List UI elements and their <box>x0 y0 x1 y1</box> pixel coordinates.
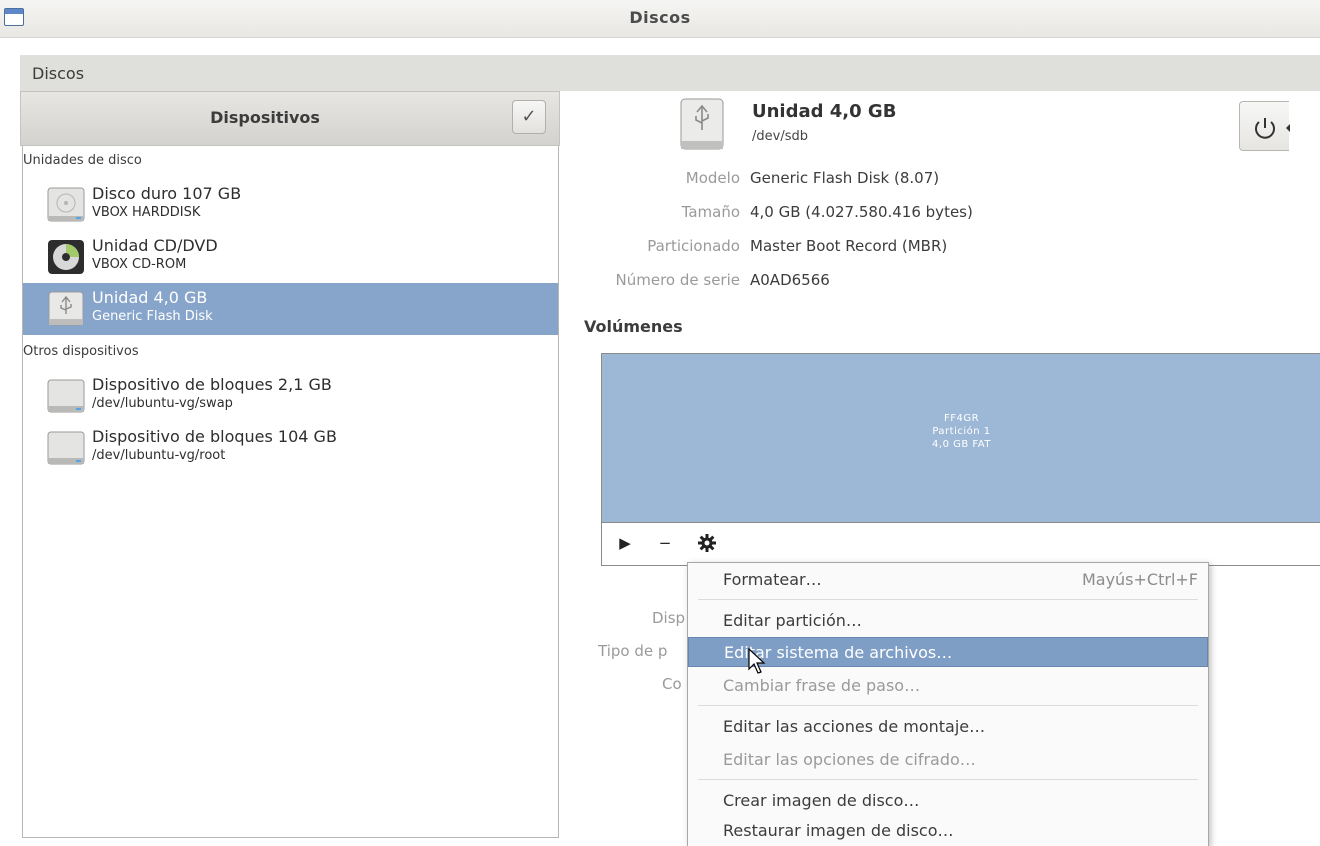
prop-label-serial: Número de serie <box>615 271 740 289</box>
menu-item-shortcut: Mayús+Ctrl+F <box>1081 570 1198 589</box>
prop-label-size: Tamaño <box>681 203 740 221</box>
section-disk-drives: Unidades de disco <box>23 153 142 168</box>
menu-item-restore-disk-image[interactable]: Restaurar imagen de disco… <box>688 816 1208 846</box>
volume-map: FF4GR Partición 1 4,0 GB FAT ▶ − <box>601 353 1320 566</box>
usb-drive-icon <box>680 98 724 150</box>
menu-item-label: Formatear… <box>723 570 822 589</box>
device-name: Unidad 4,0 GB <box>92 288 208 307</box>
optical-disc-icon <box>48 240 84 274</box>
devices-title: Dispositivos <box>210 108 320 127</box>
power-off-button[interactable] <box>1239 101 1290 151</box>
device-item-hard-disk[interactable]: Disco duro 107 GB VBOX HARDDISK <box>23 179 558 231</box>
devices-header: Dispositivos ✓ <box>20 91 560 146</box>
partition-number: Partición 1 <box>932 426 991 437</box>
device-name: Disco duro 107 GB <box>92 184 242 203</box>
volume-prop-label-type: Tipo de p <box>598 642 668 660</box>
window-title: Discos <box>629 8 691 27</box>
menu-item-label: Restaurar imagen de disco… <box>723 821 954 840</box>
device-item-cd-dvd[interactable]: Unidad CD/DVD VBOX CD-ROM <box>23 231 558 283</box>
prop-value-partitioning: Master Boot Record (MBR) <box>750 237 948 255</box>
volume-prop-label-contents: Co <box>662 675 682 693</box>
menu-item-edit-encryption-options: Editar las opciones de cifrado… <box>688 745 1208 775</box>
prop-value-serial: A0AD6566 <box>750 271 830 289</box>
prop-label-model: Modelo <box>685 169 740 187</box>
partition-fs-label: FF4GR <box>943 413 980 424</box>
mount-button[interactable]: ▶ <box>613 531 637 555</box>
power-icon <box>1255 118 1290 139</box>
partition-context-menu: Formatear… Mayús+Ctrl+F Editar partición… <box>687 562 1209 846</box>
mouse-pointer-icon <box>748 648 766 674</box>
window-titlebar: Discos <box>0 0 1320 38</box>
usb-drive-icon <box>48 291 84 326</box>
menu-item-edit-mount-options[interactable]: Editar las acciones de montaje… <box>688 712 1208 742</box>
device-name: Dispositivo de bloques 104 GB <box>92 427 337 446</box>
device-name: Dispositivo de bloques 2,1 GB <box>92 375 332 394</box>
device-path: /dev/lubuntu-vg/swap <box>92 396 233 411</box>
menu-item-change-passphrase: Cambiar frase de paso… <box>688 671 1208 701</box>
menu-item-edit-filesystem[interactable]: Editar sistema de archivos… <box>688 637 1208 667</box>
partition-size-type: 4,0 GB FAT <box>932 439 991 450</box>
menu-item-label: Editar las acciones de montaje… <box>723 717 986 736</box>
prop-value-model: Generic Flash Disk (8.07) <box>750 169 940 187</box>
menu-item-label: Editar partición… <box>723 611 862 630</box>
device-path: /dev/lubuntu-vg/root <box>92 448 226 463</box>
menu-item-label: Editar las opciones de cifrado… <box>723 750 976 769</box>
partition-block[interactable]: FF4GR Partición 1 4,0 GB FAT <box>602 354 1320 522</box>
menu-item-edit-partition[interactable]: Editar partición… <box>688 606 1208 636</box>
device-name: Unidad CD/DVD <box>92 236 218 255</box>
prop-label-partitioning: Particionado <box>647 237 740 255</box>
partition-label: FF4GR Partición 1 4,0 GB FAT <box>602 412 1320 451</box>
checkmark-icon: ✓ <box>521 106 537 127</box>
drive-title: Unidad 4,0 GB <box>752 101 897 122</box>
section-other-devices: Otros dispositivos <box>23 344 139 359</box>
app-header: Discos <box>20 55 1320 91</box>
select-mode-button[interactable]: ✓ <box>512 100 546 134</box>
volumes-title: Volúmenes <box>584 317 683 336</box>
delete-partition-button[interactable]: − <box>653 531 677 555</box>
menu-item-format[interactable]: Formatear… Mayús+Ctrl+F <box>688 565 1208 595</box>
menu-item-label: Cambiar frase de paso… <box>723 676 921 695</box>
app-title: Discos <box>32 64 85 83</box>
menu-separator <box>698 705 1198 706</box>
device-model: VBOX HARDDISK <box>92 205 201 220</box>
block-device-icon <box>47 379 85 413</box>
menu-item-create-disk-image[interactable]: Crear imagen de disco… <box>688 786 1208 816</box>
device-item-usb-drive[interactable]: Unidad 4,0 GB Generic Flash Disk <box>23 283 558 335</box>
gear-icon <box>698 534 716 552</box>
partition-options-button[interactable] <box>695 531 719 555</box>
block-device-icon <box>47 431 85 465</box>
device-item-block-swap[interactable]: Dispositivo de bloques 2,1 GB /dev/lubun… <box>23 370 558 422</box>
menu-separator <box>698 599 1198 600</box>
prop-value-size: 4,0 GB (4.027.580.416 bytes) <box>750 203 973 221</box>
hard-disk-icon <box>47 187 85 222</box>
volume-toolbar: ▶ − <box>602 522 1320 566</box>
device-model: Generic Flash Disk <box>92 309 213 324</box>
device-list[interactable]: Unidades de disco Disco duro 107 GB VBOX… <box>22 146 559 838</box>
minus-icon: − <box>658 534 672 552</box>
drive-path: /dev/sdb <box>752 129 808 144</box>
device-item-block-root[interactable]: Dispositivo de bloques 104 GB /dev/lubun… <box>23 422 558 474</box>
device-model: VBOX CD-ROM <box>92 257 187 272</box>
play-icon: ▶ <box>619 534 631 552</box>
menu-separator <box>698 779 1198 780</box>
volume-prop-label-device: Disp <box>652 609 686 627</box>
menu-item-label: Crear imagen de disco… <box>723 791 920 810</box>
